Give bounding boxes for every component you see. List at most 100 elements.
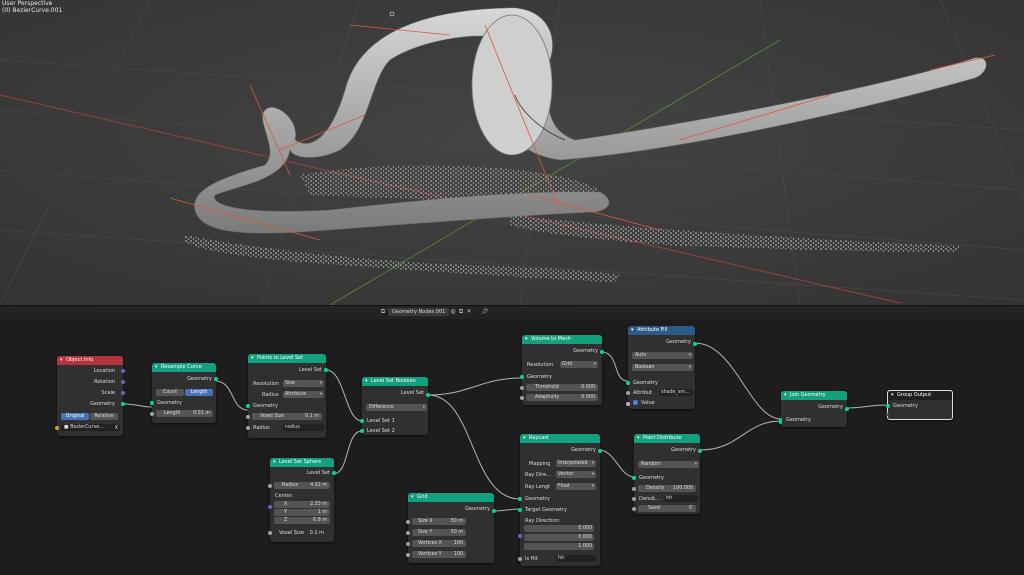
pin-icon[interactable]: 📌︎ [481,309,489,315]
volume-resolution-dropdown[interactable]: Grid [560,361,598,368]
density-socket[interactable] [632,487,636,491]
node-attribute-fill-header[interactable]: Attribute Fill [628,326,695,335]
close-icon[interactable]: ✕ [466,309,472,315]
original-toggle[interactable]: Original [61,413,89,420]
point-distribute-geometry-in-socket[interactable] [632,476,636,480]
node-attribute-fill[interactable]: Attribute Fill Geometry Auto Boolean Geo… [626,326,697,409]
object-info-object-socket[interactable] [55,426,59,430]
point-distribute-geometry-out-socket[interactable] [698,449,702,453]
node-join-geometry[interactable]: Join Geometry Geometry Geometry [779,391,849,427]
boolean-operation-dropdown[interactable]: Difference [366,404,427,411]
3d-viewport[interactable]: User Perspective (0) BezierCurve.001 [0,0,1024,305]
geometry-node-editor[interactable]: Object Info Location Rotation Scale Geom… [0,319,1024,575]
node-resample-curve[interactable]: Resample Curve Geometry Count Length Geo… [150,363,218,423]
radius-mode-dropdown[interactable]: Attribute [283,391,324,398]
sphere-voxel-size-socket[interactable] [268,531,272,535]
density-attribute-socket[interactable] [632,497,636,501]
node-points-to-level-set-header[interactable]: Points to Level Set [248,354,326,363]
voxel-size-field[interactable]: Voxel Size 0.1 m [252,413,322,420]
points-to-level-set-output-socket[interactable] [324,368,328,372]
volume-to-mesh-geometry-out-socket[interactable] [600,350,604,354]
length-field[interactable]: Length 0.01 m [156,410,213,417]
node-group-output-header[interactable]: Group Output [888,391,952,400]
node-level-set-sphere-header[interactable]: Level Set Sphere [270,458,334,467]
seed-field[interactable]: Seed 0 [638,505,696,512]
duplicate-icon[interactable]: ⧉ [458,309,464,315]
volume-to-mesh-geometry-in-socket[interactable] [520,375,524,379]
node-grid-header[interactable]: Grid [408,493,494,502]
node-object-info[interactable]: Object Info Location Rotation Scale Geom… [55,356,125,436]
vertices-x-socket[interactable] [406,542,410,546]
node-volume-to-mesh-header[interactable]: Volume to Mesh [522,335,602,344]
resample-curve-length-socket[interactable] [150,412,154,416]
group-output-empty-socket[interactable] [886,413,889,416]
grid-geometry-out-socket[interactable] [492,509,496,513]
node-volume-to-mesh[interactable]: Volume to Mesh Geometry Resolution Grid … [520,335,604,405]
ray-length-type-dropdown[interactable]: Float [556,483,596,490]
node-raycast-header[interactable]: Raycast [520,434,600,443]
attribute-fill-geometry-in-socket[interactable] [626,381,630,385]
radius-attribute-field[interactable]: radius [283,424,324,431]
points-to-level-set-geometry-socket[interactable] [246,404,250,408]
vertices-y-field[interactable]: Vertices Y 100 [412,551,466,558]
object-info-location-socket[interactable] [121,369,125,373]
object-info-scale-socket[interactable] [121,391,125,395]
ray-direction-socket[interactable] [518,534,522,538]
size-y-socket[interactable] [406,531,410,535]
attribute-name-socket[interactable] [626,391,630,395]
attribute-domain-dropdown[interactable]: Auto [632,352,693,359]
vertices-y-socket[interactable] [406,553,410,557]
density-attribute-field[interactable]: hit [664,495,698,502]
sphere-radius-socket[interactable] [268,484,272,488]
center-x-field[interactable]: X 2.33 m [274,501,330,508]
resolution-dropdown[interactable]: Size [283,380,324,387]
relative-toggle[interactable]: Relative [90,413,118,420]
node-tree-icon[interactable]: ⧉ [380,309,386,315]
node-point-distribute[interactable]: Point Distribute Geometry Random Geometr… [632,434,702,514]
sphere-voxel-size-value[interactable]: 0.1 m [310,530,324,536]
node-points-to-level-set[interactable]: Points to Level Set Level Set Resolution… [246,354,328,438]
level-set-2-socket[interactable] [360,429,364,433]
value-socket[interactable] [626,402,630,406]
node-resample-curve-header[interactable]: Resample Curve [152,363,216,372]
center-y-field[interactable]: Y 1 m [274,509,330,516]
node-join-geometry-header[interactable]: Join Geometry [781,391,847,400]
fake-user-shield-icon[interactable]: ◍ [450,309,456,315]
sphere-center-socket[interactable] [268,505,272,509]
adaptivity-field[interactable]: Adaptivity 0.000 [526,394,598,401]
node-level-set-boolean-header[interactable]: Level Set Boolean [362,377,428,386]
seed-socket[interactable] [632,507,636,511]
adaptivity-socket[interactable] [520,396,524,400]
attribute-type-dropdown[interactable]: Boolean [632,364,693,371]
node-point-distribute-header[interactable]: Point Distribute [634,434,700,443]
object-info-rotation-socket[interactable] [121,380,125,384]
join-geometry-out-socket[interactable] [845,407,849,411]
object-info-geometry-socket[interactable] [121,402,125,406]
threshold-field[interactable]: Threshold 0.000 [526,384,598,391]
level-set-1-socket[interactable] [360,419,364,423]
threshold-socket[interactable] [520,386,524,390]
level-set-boolean-output-socket[interactable] [426,393,430,397]
is-hit-field[interactable]: hit [556,555,596,562]
group-output-geometry-socket[interactable] [886,404,890,408]
density-field[interactable]: Density 100.000 [638,485,696,492]
raycast-geometry-in-socket[interactable] [518,497,522,501]
attribute-name-field[interactable]: shade_sm... [659,389,693,396]
count-mode-toggle[interactable]: Count [156,389,184,396]
radius-attribute-socket[interactable] [246,426,250,430]
resample-curve-geometry-out-socket[interactable] [214,377,218,381]
voxel-size-socket[interactable] [246,415,250,419]
ray-direction-z-field[interactable]: 1.000 [524,543,594,550]
node-level-set-boolean[interactable]: Level Set Boolean Level Set Difference L… [360,377,430,435]
node-raycast[interactable]: Raycast Geometry Mapping Interpolated Ra… [518,434,602,566]
ray-direction-x-field[interactable]: 0.000 [524,525,594,532]
sphere-radius-field[interactable]: Radius 4.02 m [274,482,330,489]
resample-curve-geometry-in-socket[interactable] [150,401,154,405]
attribute-fill-geometry-out-socket[interactable] [693,342,697,346]
node-level-set-sphere[interactable]: Level Set Sphere Level Set Radius 4.02 m… [268,458,336,542]
node-tree-name-field[interactable]: Geometry Nodes.001 [388,308,450,316]
node-object-info-header[interactable]: Object Info [57,356,123,365]
size-x-socket[interactable] [406,520,410,524]
center-z-field[interactable]: Z 6.8 m [274,517,330,524]
is-hit-socket[interactable] [518,557,522,561]
